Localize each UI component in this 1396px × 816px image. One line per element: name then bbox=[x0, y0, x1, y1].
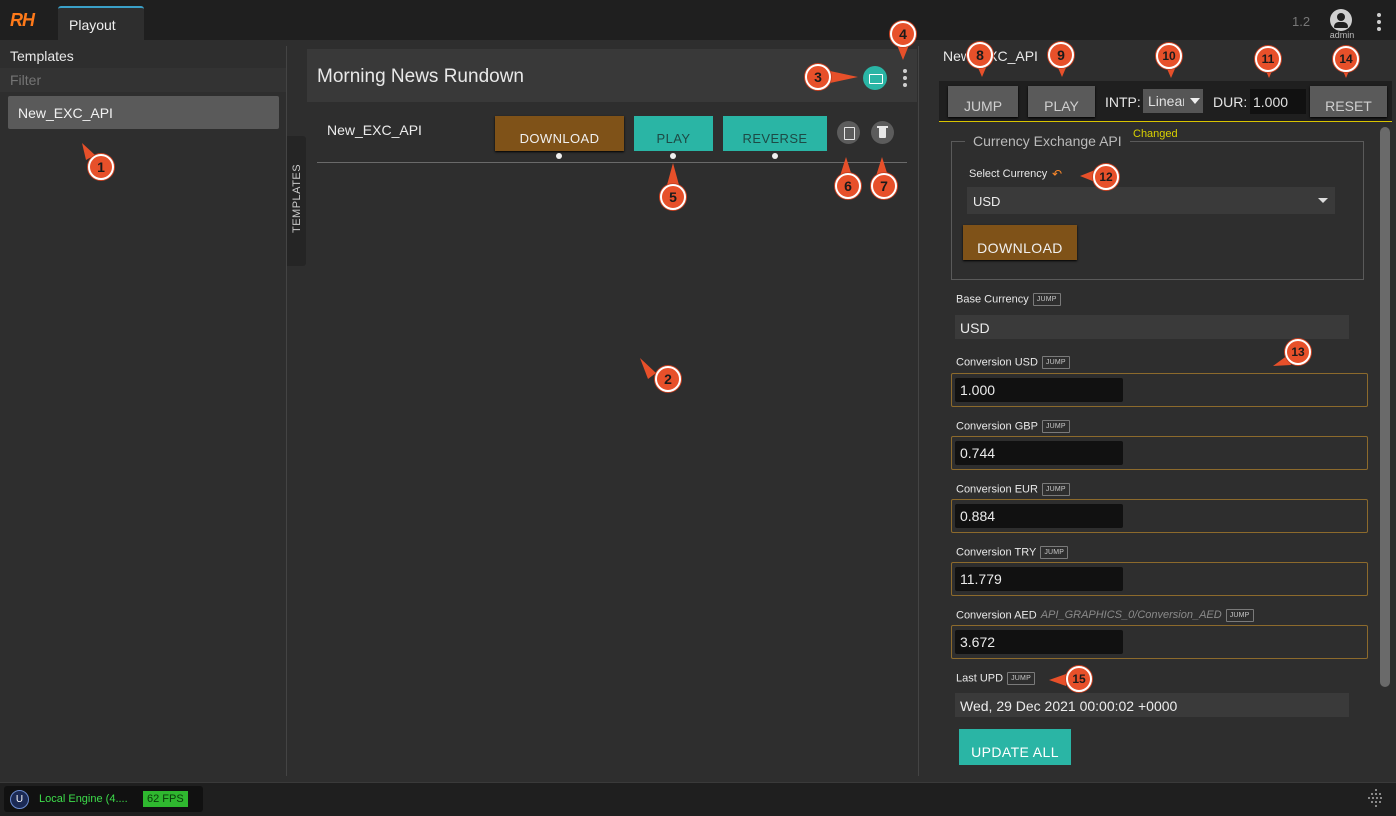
field-label: Conversion AED API_GRAPHICS_0/Conversion_… bbox=[956, 609, 1254, 622]
play-status-dot bbox=[670, 153, 676, 159]
changed-indicator: Changed bbox=[1133, 128, 1178, 140]
intp-value: Linear bbox=[1148, 93, 1184, 109]
marker-15: 15 bbox=[1066, 666, 1092, 692]
marker-pointer-2 bbox=[640, 358, 656, 379]
detail-scrollbar[interactable] bbox=[1380, 127, 1390, 687]
template-filter-input[interactable] bbox=[0, 68, 286, 92]
marker-1: 1 bbox=[88, 154, 114, 180]
field-jump-badge[interactable]: JUMP bbox=[1007, 672, 1035, 685]
reverse-status-dot bbox=[772, 153, 778, 159]
field-jump-badge[interactable]: JUMP bbox=[1032, 293, 1061, 306]
marker-10: 10 bbox=[1156, 43, 1182, 69]
row-reverse-button[interactable]: REVERSE bbox=[723, 116, 827, 151]
currency-select-value: USD bbox=[973, 194, 1001, 209]
rundown-row-name: New_EXC_API bbox=[327, 122, 422, 138]
duration-input[interactable] bbox=[1250, 89, 1306, 114]
marker-6: 6 bbox=[835, 173, 861, 199]
field-label: Last UPD JUMP bbox=[956, 672, 1035, 685]
marker-3: 3 bbox=[805, 64, 831, 90]
marker-pointer-5 bbox=[667, 163, 679, 185]
templates-panel bbox=[0, 40, 286, 782]
field-label: Conversion TRY JUMP bbox=[956, 546, 1069, 559]
field-jump-badge[interactable]: JUMP bbox=[1040, 546, 1069, 559]
marker-2: 2 bbox=[655, 366, 681, 392]
marker-12: 12 bbox=[1093, 164, 1119, 190]
fps-badge: 62 FPS bbox=[143, 791, 188, 807]
field-label: Conversion USD JUMP bbox=[956, 356, 1070, 369]
marker-11: 11 bbox=[1255, 46, 1281, 72]
keyboard-icon[interactable] bbox=[863, 66, 887, 90]
conversion-usd-input[interactable] bbox=[955, 378, 1123, 402]
row-download-button[interactable]: DOWNLOAD bbox=[495, 116, 624, 151]
resize-grip-icon[interactable] bbox=[1368, 789, 1384, 807]
intp-select[interactable]: Linear bbox=[1143, 89, 1203, 113]
conversion-gbp-input[interactable] bbox=[955, 441, 1123, 465]
currency-download-button[interactable]: DOWNLOAD bbox=[963, 225, 1077, 260]
top-bar bbox=[0, 0, 1396, 40]
field-label: Conversion GBP JUMP bbox=[956, 420, 1070, 433]
marker-5: 5 bbox=[660, 184, 686, 210]
engine-icon: U bbox=[10, 790, 29, 809]
reset-button[interactable]: RESET bbox=[1310, 86, 1387, 117]
field-path: API_GRAPHICS_0/Conversion_AED bbox=[1040, 609, 1222, 622]
undo-icon[interactable]: ↶ bbox=[1052, 167, 1062, 181]
engine-label: Local Engine (4.... bbox=[39, 793, 128, 805]
field-jump-badge[interactable]: JUMP bbox=[1041, 420, 1070, 433]
template-item[interactable]: New_EXC_API bbox=[8, 96, 279, 129]
select-currency-label: Select Currency bbox=[969, 168, 1048, 180]
field-label: Conversion EUR JUMP bbox=[956, 483, 1070, 496]
play-button[interactable]: PLAY bbox=[1028, 86, 1095, 117]
intp-label: INTP: bbox=[1105, 94, 1141, 110]
conversion-try-input[interactable] bbox=[955, 567, 1123, 591]
field-jump-badge[interactable]: JUMP bbox=[1225, 609, 1254, 622]
currency-select[interactable]: USD bbox=[967, 187, 1335, 214]
dur-label: DUR: bbox=[1213, 94, 1248, 110]
last-update-value: Wed, 29 Dec 2021 00:00:02 +0000 bbox=[955, 693, 1349, 717]
tab-playout[interactable]: Playout bbox=[58, 6, 144, 40]
conversion-eur-input[interactable] bbox=[955, 504, 1123, 528]
marker-14: 14 bbox=[1333, 46, 1359, 72]
jump-button[interactable]: JUMP bbox=[948, 86, 1018, 117]
app-menu-icon[interactable] bbox=[1376, 13, 1382, 31]
marker-pointer-15 bbox=[1049, 674, 1066, 686]
templates-title: Templates bbox=[10, 48, 74, 64]
update-all-button[interactable]: UPDATE ALL bbox=[959, 729, 1071, 765]
base-currency-value: USD bbox=[955, 315, 1349, 339]
field-label: Base Currency JUMP bbox=[956, 293, 1061, 306]
delete-icon[interactable] bbox=[871, 121, 894, 144]
panel-divider bbox=[918, 46, 919, 776]
user-avatar-icon[interactable] bbox=[1330, 9, 1352, 31]
status-bar bbox=[0, 782, 1396, 816]
marker-13: 13 bbox=[1285, 339, 1311, 365]
rundown-title: Morning News Rundown bbox=[317, 66, 524, 87]
field-jump-badge[interactable]: JUMP bbox=[1041, 483, 1070, 496]
marker-9: 9 bbox=[1048, 42, 1074, 68]
marker-4: 4 bbox=[890, 21, 916, 47]
currency-group-legend: Currency Exchange API bbox=[965, 133, 1130, 149]
user-label: admin bbox=[1329, 30, 1355, 40]
download-status-dot bbox=[556, 153, 562, 159]
row-divider bbox=[317, 162, 907, 163]
marker-7: 7 bbox=[871, 173, 897, 199]
app-logo: RH bbox=[10, 10, 35, 30]
marker-8: 8 bbox=[967, 42, 993, 68]
field-jump-badge[interactable]: JUMP bbox=[1041, 356, 1070, 369]
version-label: 1.2 bbox=[1292, 14, 1311, 29]
conversion-aed-input[interactable] bbox=[955, 630, 1123, 654]
rundown-menu-icon[interactable] bbox=[902, 69, 908, 87]
details-icon[interactable] bbox=[837, 121, 860, 144]
row-play-button[interactable]: PLAY bbox=[634, 116, 713, 151]
templates-side-tab-label: TEMPLATES bbox=[291, 163, 303, 233]
